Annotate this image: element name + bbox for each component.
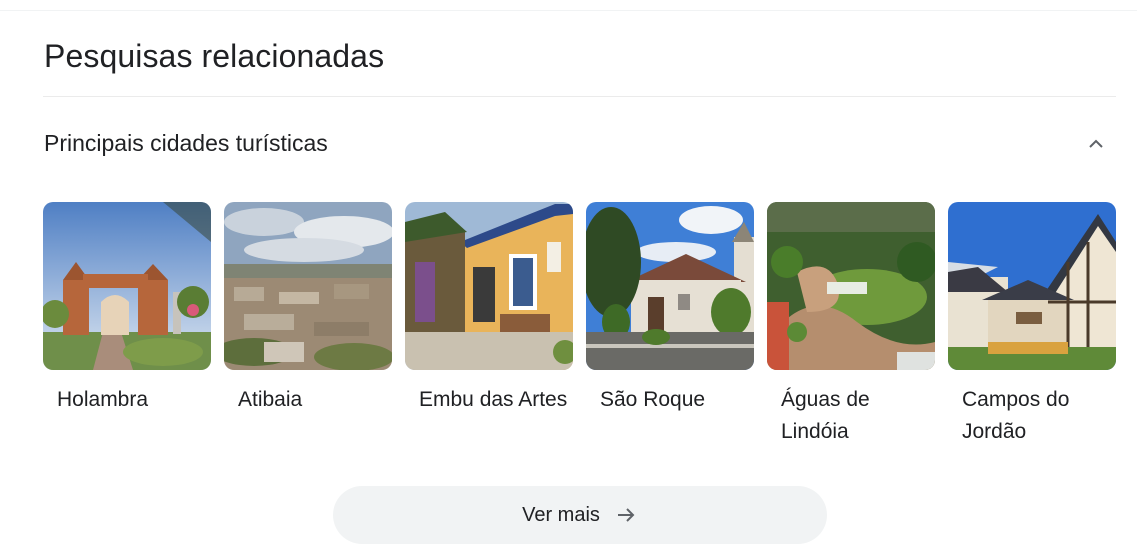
top-separator	[0, 10, 1137, 11]
city-image	[43, 202, 211, 370]
city-image	[224, 202, 392, 370]
city-name: Campos do Jordão	[962, 388, 1070, 443]
city-name: Atibaia	[238, 388, 303, 411]
city-name: São Roque	[600, 388, 706, 411]
section-label: Principais cidades turísticas	[44, 130, 328, 156]
see-more-label: Ver mais	[522, 503, 600, 526]
city-image	[586, 202, 754, 370]
city-card[interactable]: Atibaia	[224, 202, 392, 416]
city-image	[948, 202, 1116, 370]
see-more-button[interactable]: Ver mais	[333, 486, 827, 544]
title-divider	[43, 96, 1116, 97]
city-image	[405, 202, 573, 370]
city-card[interactable]: Holambra	[43, 202, 211, 416]
city-image	[767, 202, 935, 370]
city-card[interactable]: Campos do Jordão	[948, 202, 1116, 448]
city-name: Holambra	[57, 388, 149, 411]
city-card[interactable]: Águas de Lindóia	[767, 202, 935, 448]
expandable-section-header[interactable]: Principais cidades turísticas	[44, 126, 1116, 162]
section-title: Pesquisas relacionadas	[44, 38, 385, 74]
city-name: Águas de Lindóia	[781, 388, 870, 443]
city-card[interactable]: Embu das Artes	[405, 202, 573, 416]
chevron-up-icon[interactable]	[1084, 132, 1108, 156]
arrow-right-icon	[617, 508, 635, 522]
city-card[interactable]: São Roque	[586, 202, 754, 416]
city-name: Embu das Artes	[419, 388, 568, 411]
